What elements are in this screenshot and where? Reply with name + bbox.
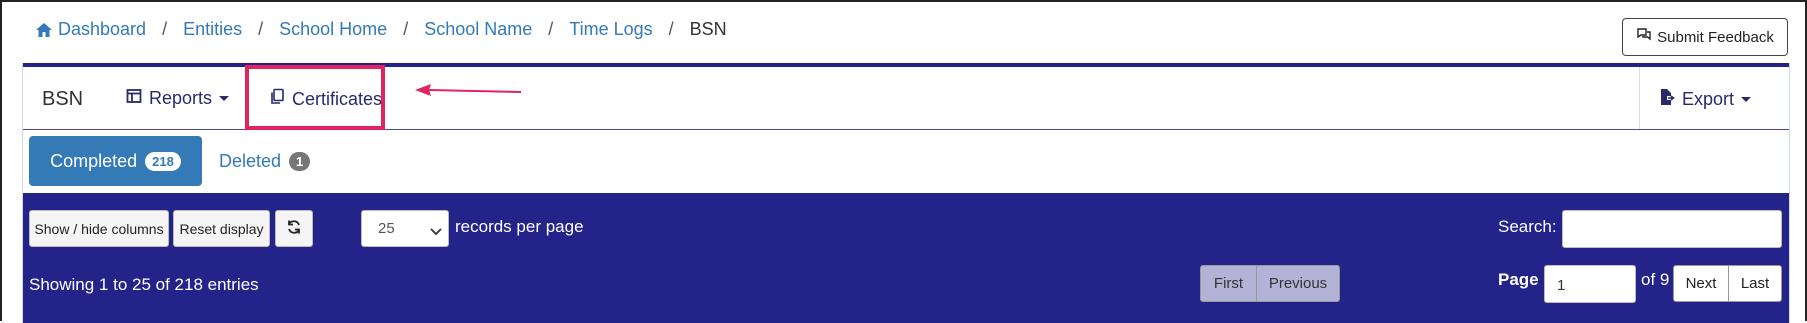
breadcrumb-separator: / [403, 19, 409, 39]
tab-deleted-label: Deleted [219, 150, 282, 171]
certificates-icon [269, 88, 292, 110]
search-label: Search: [1498, 217, 1557, 236]
page-label: Page [1498, 270, 1539, 289]
breadcrumb-separator: / [162, 19, 168, 39]
page-size-select[interactable]: 25 [361, 210, 449, 247]
export-icon [1659, 88, 1682, 111]
export-dropdown[interactable]: Export [1659, 88, 1752, 111]
caret-down-icon [1741, 97, 1752, 102]
breadcrumb-dashboard[interactable]: Dashboard [58, 19, 146, 40]
breadcrumb-separator: / [548, 19, 554, 39]
entries-info: Showing 1 to 25 of 218 entries [29, 275, 259, 294]
reports-icon [126, 88, 149, 109]
breadcrumb-school-name[interactable]: School Name [424, 19, 532, 40]
completed-count-badge: 218 [145, 151, 181, 171]
next-page-button[interactable]: Next [1673, 265, 1729, 302]
reset-display-button[interactable]: Reset display [173, 210, 270, 247]
breadcrumb: Dashboard / Entities / School Home / Sch… [35, 19, 727, 40]
breadcrumb-time-logs[interactable]: Time Logs [569, 19, 652, 40]
chevron-down-icon [430, 224, 442, 241]
report-navbar: BSN Reports Certificates Export [23, 63, 1789, 130]
submit-feedback-label: Submit Feedback [1657, 28, 1774, 46]
last-page-button[interactable]: Last [1728, 265, 1782, 302]
breadcrumb-separator: / [258, 19, 264, 39]
total-pages-label: of 9 [1641, 270, 1670, 289]
page-size-value: 25 [378, 220, 395, 237]
main-panel: BSN Reports Certificates Export Complete… [22, 63, 1790, 323]
tab-completed[interactable]: Completed 218 [29, 136, 202, 186]
tab-deleted[interactable]: Deleted 1 [219, 136, 311, 186]
submit-feedback-button[interactable]: Submit Feedback [1622, 18, 1788, 56]
tab-completed-label: Completed [50, 150, 138, 171]
search-input[interactable] [1562, 210, 1782, 248]
breadcrumb-entities[interactable]: Entities [183, 19, 242, 40]
refresh-icon [286, 219, 302, 238]
home-icon[interactable] [35, 21, 53, 39]
export-label: Export [1682, 89, 1735, 109]
arrow-annotation [415, 84, 522, 96]
breadcrumb-separator: / [668, 19, 674, 39]
breadcrumb-school-home[interactable]: School Home [279, 19, 387, 40]
refresh-button[interactable] [275, 210, 313, 247]
previous-page-button[interactable]: Previous [1256, 265, 1340, 302]
certificates-link[interactable]: Certificates [269, 88, 382, 110]
breadcrumb-current: BSN [689, 19, 727, 39]
navbar-title: BSN [42, 88, 84, 110]
reports-label: Reports [149, 88, 213, 108]
show-hide-columns-button[interactable]: Show / hide columns [29, 210, 169, 247]
records-per-page-label: records per page [455, 217, 584, 236]
table-controls: Show / hide columns Reset display 25 rec… [23, 193, 1789, 323]
feedback-icon [1636, 27, 1657, 47]
reports-dropdown[interactable]: Reports [126, 88, 230, 109]
deleted-count-badge: 1 [289, 151, 311, 171]
navbar-divider [1639, 67, 1640, 129]
first-page-button[interactable]: First [1200, 265, 1257, 302]
certificates-label: Certificates [292, 88, 383, 109]
caret-down-icon [219, 96, 230, 101]
page-number-input[interactable]: 1 [1544, 265, 1636, 303]
